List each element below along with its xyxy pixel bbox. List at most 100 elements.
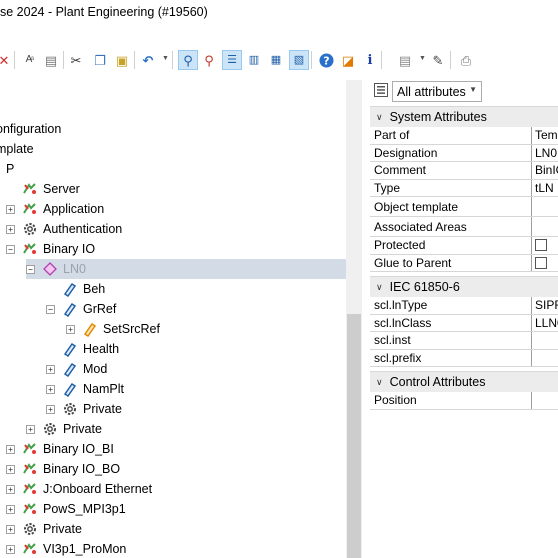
attribute-section-header[interactable]: ∨ System Attributes — [370, 106, 558, 127]
attribute-value[interactable]: tLN — [532, 180, 558, 197]
attribute-name: Object template — [370, 197, 532, 216]
tree-node[interactable]: onfiguration — [0, 119, 61, 139]
attribute-value[interactable]: LLN0 — [532, 315, 558, 332]
tree-node[interactable]: Health — [46, 339, 119, 359]
expand-icon[interactable]: + — [6, 204, 15, 214]
attribute-value[interactable] — [532, 217, 558, 236]
attribute-value[interactable]: Tem — [532, 127, 558, 144]
attribute-row[interactable]: scl.lnClassLLN0 — [370, 314, 558, 332]
expand-icon[interactable]: + — [46, 384, 55, 394]
expand-icon[interactable]: + — [66, 324, 75, 334]
attribute-name: Protected — [370, 237, 532, 254]
tree-node[interactable]: + Binary IO_BI — [6, 439, 114, 459]
cut-icon[interactable]: ✂ — [66, 50, 86, 70]
attribute-value[interactable] — [532, 350, 558, 367]
tree-node[interactable]: − LN0 — [26, 259, 346, 279]
print-icon[interactable]: ⎙ — [456, 50, 476, 70]
attribute-value[interactable]: SIPR — [532, 297, 558, 314]
attribute-value[interactable]: BinIO — [532, 162, 558, 179]
tree-node[interactable]: + Private — [26, 419, 102, 439]
tree-node[interactable]: + Mod — [46, 359, 107, 379]
toolbar-separator — [172, 51, 173, 69]
tree-node[interactable]: + Application — [6, 199, 104, 219]
collapse-icon[interactable]: − — [46, 304, 55, 314]
attribute-row[interactable]: Associated Areas — [370, 217, 558, 237]
template-dropdown-arrow[interactable]: ▼ — [419, 55, 426, 62]
tree-node[interactable]: + J:Onboard Ethernet — [6, 479, 152, 499]
attribute-row[interactable]: Glue to Parent — [370, 254, 558, 272]
attribute-checkbox[interactable] — [535, 256, 547, 269]
copy-format-icon[interactable]: ▤ — [41, 50, 61, 70]
tree-node[interactable]: + Binary IO_BO — [6, 459, 120, 479]
undo-icon[interactable]: ↶ — [138, 50, 158, 70]
tree-node[interactable]: + Authentication — [6, 219, 122, 239]
attribute-row[interactable]: scl.inst — [370, 332, 558, 350]
edit-icon[interactable]: ✎ — [428, 50, 448, 70]
collapse-icon[interactable]: − — [26, 264, 35, 274]
template-icon[interactable]: ▤ — [395, 50, 415, 70]
details-view-icon[interactable]: ▥ — [244, 50, 264, 70]
expand-icon[interactable]: + — [26, 424, 35, 434]
expand-icon[interactable]: + — [46, 404, 55, 414]
tree-node[interactable]: P — [6, 159, 14, 179]
help-icon[interactable]: ? — [316, 50, 336, 70]
tree-node[interactable]: + NamPlt — [46, 379, 124, 399]
tree-node[interactable]: + Private — [6, 519, 82, 539]
tree-node[interactable]: + PowS_MPI3p1 — [6, 499, 126, 519]
tree-node[interactable]: − GrRef — [46, 299, 116, 319]
expand-icon[interactable]: + — [46, 364, 55, 374]
attribute-section-header[interactable]: ∨ Control Attributes — [370, 371, 558, 392]
tree-scrollbar-thumb[interactable] — [347, 314, 361, 558]
find-icon[interactable]: ⚲ — [178, 50, 198, 70]
expand-icon[interactable]: + — [6, 544, 15, 554]
attribute-row[interactable]: Protected — [370, 237, 558, 255]
attribute-row[interactable]: Type tLN — [370, 179, 558, 197]
tree-node[interactable]: Server — [6, 179, 80, 199]
attribute-row[interactable]: scl.lnTypeSIPR — [370, 297, 558, 315]
tree-scrollbar[interactable] — [346, 80, 362, 558]
attribute-value[interactable] — [532, 392, 558, 409]
tree-node[interactable]: + SetSrcRef — [66, 319, 160, 339]
expand-icon[interactable]: + — [6, 444, 15, 454]
attribute-row[interactable]: Designation LN0 — [370, 144, 558, 162]
attribute-name: Type — [370, 179, 532, 196]
project-tree[interactable]: onfiguration mplate P Server + Application + Au… — [0, 80, 360, 558]
bookmark-icon[interactable]: ◪ — [338, 50, 358, 70]
diamond-pink-icon — [42, 261, 58, 277]
delete-icon[interactable]: ✕ — [0, 50, 14, 70]
attribute-section-header[interactable]: ∨ IEC 61850-6 — [370, 276, 558, 297]
tree-node[interactable]: − Binary IO — [6, 239, 95, 259]
info-icon[interactable]: i — [360, 50, 380, 70]
tree-node[interactable]: + VI3p1_ProMon — [6, 539, 126, 558]
tree-node[interactable]: Beh — [46, 279, 105, 299]
expand-icon[interactable]: + — [6, 504, 15, 514]
attribute-row[interactable]: scl.prefix — [370, 349, 558, 367]
attribute-checkbox[interactable] — [535, 239, 547, 252]
attribute-value[interactable] — [532, 237, 558, 254]
undo-dropdown-arrow[interactable]: ▼ — [162, 55, 169, 62]
attribute-row[interactable]: Part of Tem — [370, 127, 558, 145]
find-next-icon[interactable]: ⚲ — [199, 50, 219, 70]
copy-icon[interactable]: ❐ — [90, 50, 110, 70]
attribute-value[interactable] — [532, 255, 558, 272]
attribute-value[interactable] — [532, 332, 558, 349]
tree-node[interactable]: + Private — [46, 399, 122, 419]
rename-icon[interactable]: Aͣ — [19, 50, 39, 70]
tree-node[interactable]: mplate — [0, 139, 34, 159]
attribute-row[interactable]: Object template — [370, 197, 558, 217]
attribute-name: Associated Areas — [370, 217, 532, 236]
attribute-value[interactable]: LN0 — [532, 145, 558, 162]
expand-icon[interactable]: + — [6, 524, 15, 534]
collapse-icon[interactable]: − — [6, 244, 15, 254]
attribute-value[interactable] — [532, 197, 558, 216]
paste-icon[interactable]: ▣ — [112, 50, 132, 70]
attribute-row[interactable]: Position — [370, 392, 558, 410]
properties-view-icon[interactable]: ▦ — [266, 50, 286, 70]
properties-panel-icon[interactable]: ▧ — [289, 50, 309, 70]
expand-icon[interactable]: + — [6, 484, 15, 494]
expand-icon[interactable]: + — [6, 464, 15, 474]
expand-icon[interactable]: + — [6, 224, 15, 234]
list-view-icon[interactable]: ☰ — [222, 50, 242, 70]
attribute-filter-select[interactable]: All attributes ▼ — [392, 81, 482, 102]
attribute-row[interactable]: CommentBinIO — [370, 162, 558, 180]
